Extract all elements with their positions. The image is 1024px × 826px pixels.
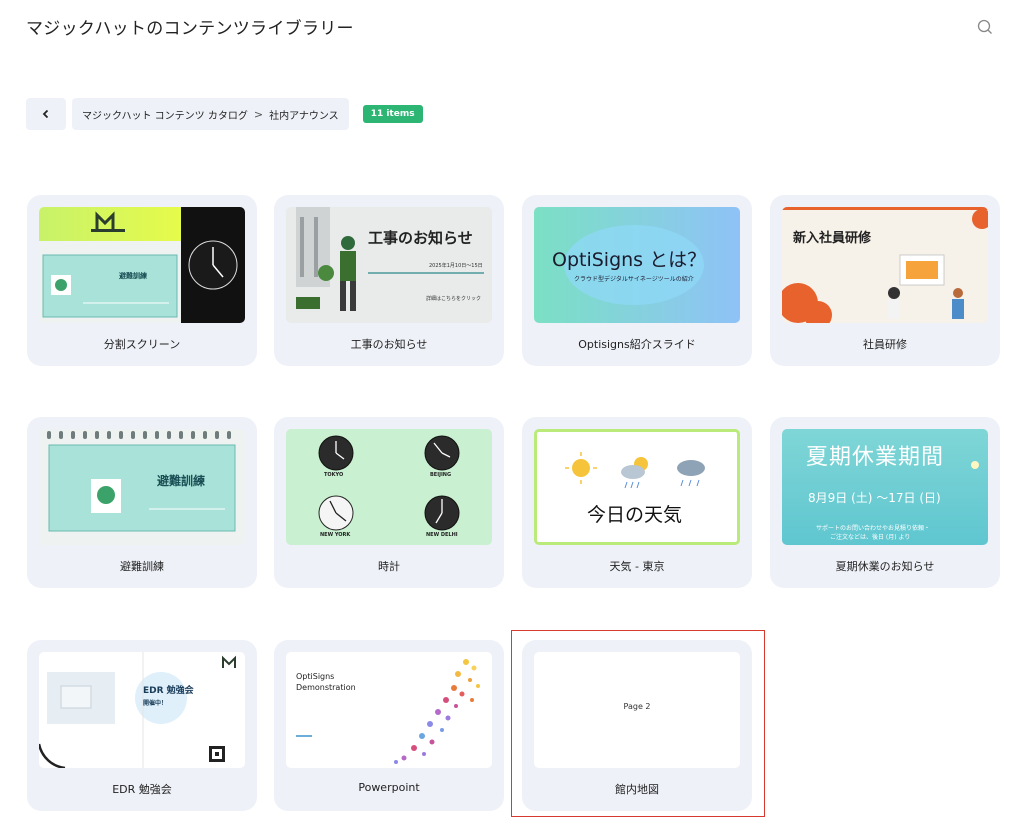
card-label: Optisigns紹介スライド: [578, 338, 696, 351]
content-card-optisigns-intro[interactable]: OptiSigns とは？ クラウド型デジタルサイネージツールの紹介 Optis…: [522, 195, 752, 366]
back-button[interactable]: [26, 98, 66, 130]
flower-icon: [971, 461, 979, 469]
card-label: 工事のお知らせ: [350, 338, 428, 351]
thumb-line-2: Demonstration: [296, 683, 356, 692]
card-thumbnail: 工事のお知らせ 2025年1月10日〜15日 詳細はこちらをクリック: [286, 207, 492, 323]
card-thumbnail: EDR 勉強会 開催中！: [39, 652, 245, 768]
card-label: 天気 - 東京: [609, 560, 665, 573]
card-thumbnail: 今日の天気: [534, 429, 740, 545]
thumb-heading: 避難訓練: [157, 474, 206, 488]
breadcrumb: マジックハット コンテンツ カタログ > 社内アナウンス: [72, 98, 349, 130]
thumb-notice-title: 避難訓練: [119, 272, 147, 280]
thumb-line-1: OptiSigns: [296, 672, 335, 681]
card-label: 時計: [378, 560, 400, 573]
breadcrumb-bar: マジックハット コンテンツ カタログ > 社内アナウンス 11 items: [26, 98, 423, 130]
thumb-heading: EDR 勉強会: [143, 686, 194, 696]
card-label: EDR 勉強会: [112, 783, 172, 796]
breadcrumb-separator: >: [253, 107, 264, 121]
header: マジックハットのコンテンツライブラリー: [0, 0, 1024, 60]
card-label: Powerpoint: [358, 781, 420, 794]
thumb-heading: OptiSigns とは？: [552, 249, 707, 271]
content-card-construction[interactable]: 工事のお知らせ 2025年1月10日〜15日 詳細はこちらをクリック 工事のお知…: [274, 195, 504, 366]
thumb-cta: 詳細はこちらをクリック: [426, 296, 482, 302]
breadcrumb-current: 社内アナウンス: [269, 110, 339, 122]
thumb-heading: 工事のお知らせ: [368, 229, 473, 247]
page-title: マジックハットのコンテンツライブラリー: [26, 19, 354, 39]
content-card-split-screen[interactable]: 避難訓練 分割スクリーン: [27, 195, 257, 366]
breadcrumb-root[interactable]: マジックハット コンテンツ カタログ: [82, 107, 248, 122]
content-card-edr-study[interactable]: EDR 勉強会 開催中！ EDR 勉強会: [27, 640, 257, 811]
thumb-sub: クラウド型デジタルサイネージツールの紹介: [574, 276, 694, 283]
card-thumbnail: OptiSigns Demonstration: [286, 652, 492, 768]
content-card-employee-training[interactable]: 新入社員研修 社員研修: [770, 195, 1000, 366]
content-card-summer-holiday[interactable]: 夏期休業期間 8月9日 (土) 〜17日 (日) サポートのお問い合わせやお見積…: [770, 417, 1000, 588]
card-thumbnail: TOKYO BEIJING NEW YORK NEW DELHI: [286, 429, 492, 545]
card-thumbnail: 新入社員研修: [782, 207, 988, 323]
card-thumbnail: 避難訓練: [39, 429, 245, 545]
thumb-status: 開催中！: [143, 700, 168, 707]
content-card-weather-tokyo[interactable]: 今日の天気 天気 - 東京: [522, 417, 752, 588]
content-card-evacuation-drill[interactable]: 避難訓練 避難訓練: [27, 417, 257, 588]
thumb-dates: 8月9日 (土) 〜17日 (日): [808, 491, 941, 505]
item-count-badge: 11 items: [362, 105, 423, 123]
search-icon[interactable]: [976, 18, 994, 36]
content-card-powerpoint[interactable]: OptiSigns Demonstration Powerpoint: [274, 640, 504, 811]
thumb-city-newyork: NEW YORK: [320, 532, 351, 538]
selection-highlight: [511, 630, 765, 817]
thumb-heading: 今日の天気: [587, 504, 683, 526]
thumb-heading: 新入社員研修: [793, 231, 872, 246]
card-thumbnail: 避難訓練: [39, 207, 245, 323]
thumb-city-tokyo: TOKYO: [324, 472, 344, 478]
thumb-note-2: ご注文などは、後日 (月) より: [830, 534, 911, 541]
card-label: 社員研修: [863, 338, 907, 351]
content-card-world-clock[interactable]: TOKYO BEIJING NEW YORK NEW DELHI 時計: [274, 417, 504, 588]
card-thumbnail: OptiSigns とは？ クラウド型デジタルサイネージツールの紹介: [534, 207, 740, 323]
card-label: 夏期休業のお知らせ: [835, 560, 935, 573]
thumb-city-beijing: BEIJING: [430, 472, 452, 478]
card-label: 避難訓練: [120, 560, 164, 573]
thumb-note-1: サポートのお問い合わせやお見積り依頼・: [816, 525, 931, 532]
thumb-city-newdelhi: NEW DELHI: [426, 532, 458, 538]
card-thumbnail: 夏期休業期間 8月9日 (土) 〜17日 (日) サポートのお問い合わせやお見積…: [782, 429, 988, 545]
card-label: 分割スクリーン: [103, 338, 181, 351]
chevron-left-icon: [42, 109, 49, 119]
thumb-heading: 夏期休業期間: [806, 445, 945, 470]
thumb-date: 2025年1月10日〜15日: [429, 263, 483, 269]
